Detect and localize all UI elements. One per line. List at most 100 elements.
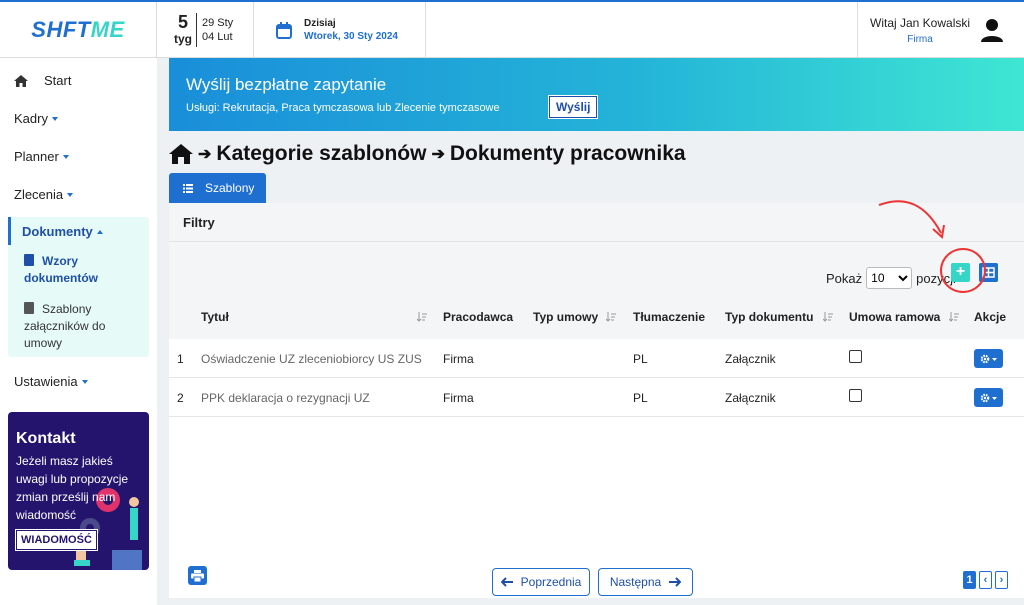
row-number: 1: [177, 352, 184, 366]
arrow-left-icon: [500, 577, 513, 587]
book-icon: [24, 302, 34, 314]
templates-panel: Filtry Pokaż 10 pozycji + Tytuł Pracodaw…: [169, 200, 1024, 598]
banner-title: Wyślij bezpłatne zapytanie: [186, 75, 387, 94]
sidebar-item-label: Ustawienia: [14, 374, 78, 389]
row-employer: Firma: [443, 391, 474, 405]
column-header-employer[interactable]: Pracodawca: [443, 310, 513, 324]
row-doc-type: Załącznik: [725, 391, 776, 405]
logo[interactable]: SHFT ME: [0, 2, 157, 58]
calendar-icon: [276, 21, 292, 39]
framework-checkbox[interactable]: [849, 389, 862, 402]
user-company: Firma: [907, 33, 933, 45]
page-number-current[interactable]: 1: [963, 571, 976, 589]
banner-send-button[interactable]: Wyślij: [547, 95, 599, 119]
breadcrumb: ➔ Kategorie szablonów ➔ Dokumenty pracow…: [169, 142, 686, 166]
week-date-to: 04 Lut: [202, 31, 233, 43]
sort-icon[interactable]: [417, 312, 427, 322]
chevron-down-icon: [51, 116, 58, 121]
gear-icon: [980, 354, 997, 363]
annotation-arrow-icon: [878, 200, 945, 239]
contact-title: Kontakt: [16, 430, 76, 447]
row-actions-button[interactable]: [974, 349, 1003, 368]
previous-page-label: Poprzednia: [520, 575, 582, 589]
column-header-translation[interactable]: Tłumaczenie: [633, 310, 705, 324]
tab-label: Szablony: [205, 181, 255, 195]
column-header-framework[interactable]: Umowa ramowa: [849, 310, 940, 324]
today-date: Wtorek, 30 Sty 2024: [304, 31, 398, 42]
contact-message-button[interactable]: WIADOMOŚĆ: [15, 529, 98, 551]
sidebar-item-kadry[interactable]: Kadry: [14, 111, 58, 126]
sidebar-item-ustawienia[interactable]: Ustawienia: [14, 374, 88, 389]
show-label: Pokaż: [826, 270, 863, 286]
row-employer: Firma: [443, 352, 474, 366]
page-next-chevron-icon[interactable]: ›: [995, 571, 1008, 589]
sidebar-item-start[interactable]: Start: [14, 73, 71, 88]
contact-card: Kontakt Jeżeli masz jakieś uwagi lub pro…: [8, 412, 149, 570]
page-size-control: Pokaż 10 pozycji: [826, 267, 956, 289]
next-page-button[interactable]: Następna: [598, 568, 693, 596]
highlight-circle: [940, 248, 986, 293]
row-actions-button[interactable]: [974, 388, 1003, 407]
tab-szablony[interactable]: Szablony: [169, 173, 266, 203]
row-doc-type: Załącznik: [725, 352, 776, 366]
row-title[interactable]: Oświadczenie UZ zleceniobiorcy US ZUS: [201, 352, 422, 366]
print-button[interactable]: [188, 566, 207, 585]
row-translation: PL: [633, 391, 648, 405]
column-header-title[interactable]: Tytuł: [201, 310, 229, 324]
breadcrumb-category[interactable]: Kategorie szablonów: [216, 142, 426, 166]
sidebar-item-label: Szablony załączników do umowy: [24, 302, 106, 350]
active-indicator: [8, 217, 11, 245]
page-size-select[interactable]: 10: [866, 267, 913, 289]
previous-page-button[interactable]: Poprzednia: [492, 568, 590, 596]
sidebar-item-zlecenia[interactable]: Zlecenia: [14, 187, 74, 202]
chevron-down-icon: [81, 379, 88, 384]
table-header: Tytuł Pracodawca Typ umowy Tłumaczenie T…: [169, 295, 1024, 339]
column-header-doc-type[interactable]: Typ dokumentu: [725, 310, 813, 324]
logo-text-shift: SHFT: [31, 17, 91, 42]
sort-icon[interactable]: [949, 312, 959, 322]
week-indicator: 5 tyg 29 Sty 04 Lut: [157, 2, 254, 58]
sidebar-item-label: Wzory dokumentów: [24, 254, 98, 285]
arrow-right-icon: ➔: [431, 146, 445, 163]
sidebar-item-dokumenty[interactable]: Dokumenty: [22, 224, 103, 239]
sidebar: Start Kadry Planner Zlecenia Dokumenty W…: [0, 58, 157, 605]
column-header-actions: Akcje: [974, 310, 1007, 324]
sidebar-item-label: Zlecenia: [14, 187, 64, 202]
filters-label: Filtry: [183, 214, 215, 230]
print-icon: [191, 569, 204, 582]
avatar-icon[interactable]: [978, 16, 1006, 44]
sidebar-group-dokumenty: Dokumenty Wzory dokumentów Szablony załą…: [8, 217, 149, 357]
week-label: tyg: [174, 32, 192, 46]
sidebar-item-szablony-zalacznikow[interactable]: Szablony załączników do umowy: [24, 301, 142, 352]
row-title[interactable]: PPK deklaracja o rezygnacji UZ: [201, 391, 370, 405]
arrow-right-icon: [669, 577, 682, 587]
sort-icon[interactable]: [606, 312, 616, 322]
gear-icon: [980, 393, 997, 402]
framework-checkbox[interactable]: [849, 350, 862, 363]
inquiry-banner: Wyślij bezpłatne zapytanie Usługi: Rekru…: [169, 58, 1024, 131]
chevron-down-icon: [62, 154, 69, 159]
row-translation: PL: [633, 352, 648, 366]
sort-icon[interactable]: [823, 312, 833, 322]
today-indicator: Dzisiaj Wtorek, 30 Sty 2024: [254, 2, 426, 58]
sidebar-item-label: Planner: [14, 149, 59, 164]
page-prev-chevron-icon[interactable]: ‹: [979, 571, 992, 589]
user-menu[interactable]: Witaj Jan Kowalski Firma: [857, 2, 1024, 58]
sidebar-item-label: Kadry: [14, 111, 48, 126]
list-icon: [183, 183, 193, 193]
sidebar-item-wzory-dokumentow[interactable]: Wzory dokumentów: [24, 253, 142, 287]
home-icon[interactable]: [169, 144, 193, 164]
sidebar-item-label: Start: [44, 73, 72, 88]
breadcrumb-current: Dokumenty pracownika: [449, 142, 686, 165]
row-number: 2: [177, 391, 184, 405]
chevron-down-icon: [67, 192, 74, 197]
table-row[interactable]: 2 PPK deklaracja o rezygnacji UZ Firma P…: [169, 378, 1024, 417]
sidebar-item-label: Dokumenty: [22, 224, 93, 239]
book-icon: [24, 254, 34, 266]
table-row[interactable]: 1 Oświadczenie UZ zleceniobiorcy US ZUS …: [169, 339, 1024, 378]
top-bar: SHFT ME 5 tyg 29 Sty 04 Lut Dzisiaj Wtorek, …: [0, 0, 1024, 58]
next-page-label: Następna: [609, 575, 662, 589]
home-icon: [14, 74, 28, 87]
sidebar-item-planner[interactable]: Planner: [14, 149, 69, 164]
column-header-contract-type[interactable]: Typ umowy: [533, 310, 598, 324]
